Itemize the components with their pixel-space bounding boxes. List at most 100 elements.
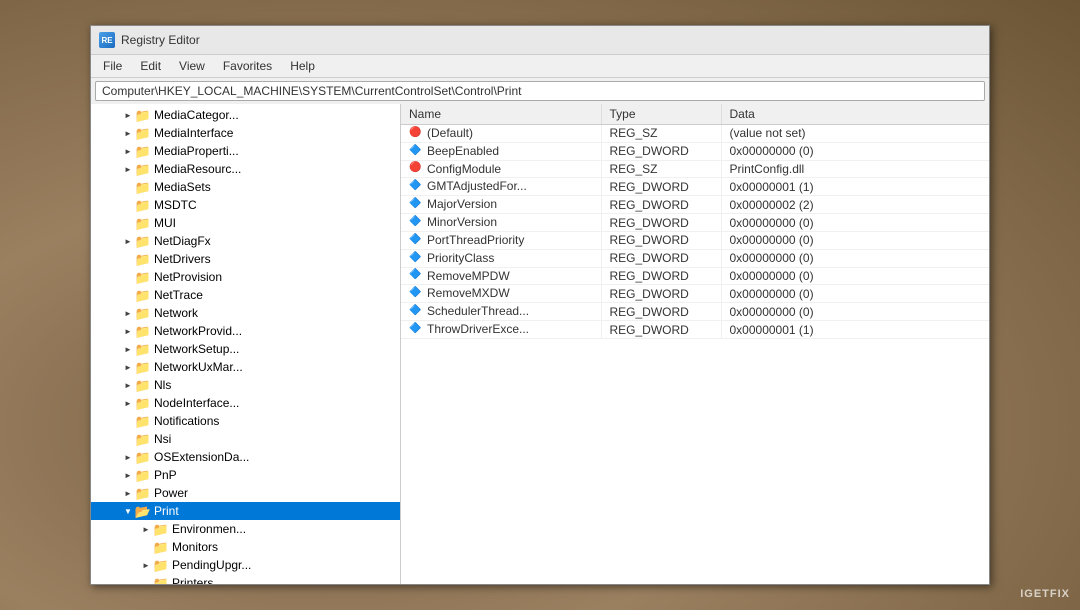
- watermark-logo: IGETFIX: [1020, 588, 1070, 600]
- expand-icon-nsi[interactable]: [121, 432, 135, 446]
- folder-icon-environments: 📁: [153, 521, 169, 537]
- expand-icon-nls[interactable]: ►: [121, 378, 135, 392]
- table-row[interactable]: 🔷SchedulerThread...REG_DWORD0x00000000 (…: [401, 303, 989, 321]
- tree-node-msdtc[interactable]: 📁MSDTC: [91, 196, 400, 214]
- tree-node-pendingupgrade[interactable]: ►📁PendingUpgr...: [91, 556, 400, 574]
- cell-type: REG_DWORD: [601, 285, 721, 303]
- tree-node-mediainterface[interactable]: ►📁MediaInterface: [91, 124, 400, 142]
- menu-bar: File Edit View Favorites Help: [91, 55, 989, 78]
- folder-icon-nodeinterface: 📁: [135, 395, 151, 411]
- tree-node-mediacategory[interactable]: ►📁MediaCategor...: [91, 106, 400, 124]
- cell-type: REG_DWORD: [601, 214, 721, 232]
- window-title: Registry Editor: [121, 33, 200, 47]
- tree-node-notifications[interactable]: 📁Notifications: [91, 412, 400, 430]
- tree-node-environments[interactable]: ►📁Environmen...: [91, 520, 400, 538]
- expand-icon-power[interactable]: ►: [121, 486, 135, 500]
- expand-icon-mui[interactable]: [121, 216, 135, 230]
- tree-node-mediaresource[interactable]: ►📁MediaResourc...: [91, 160, 400, 178]
- cell-data: 0x00000000 (0): [721, 142, 989, 160]
- expand-icon-mediainterface[interactable]: ►: [121, 126, 135, 140]
- expand-icon-mediaproperties[interactable]: ►: [121, 144, 135, 158]
- expand-icon-notifications[interactable]: [121, 414, 135, 428]
- tree-node-monitors[interactable]: 📁Monitors: [91, 538, 400, 556]
- reg-value-icon: 🔷: [409, 269, 423, 283]
- expand-icon-msdtc[interactable]: [121, 198, 135, 212]
- tree-node-nodeinterface[interactable]: ►📁NodeInterface...: [91, 394, 400, 412]
- menu-edit[interactable]: Edit: [132, 57, 169, 75]
- col-type[interactable]: Type: [601, 104, 721, 125]
- tree-label-printers: Printers: [172, 576, 213, 584]
- tree-node-networksetup[interactable]: ►📁NetworkSetup...: [91, 340, 400, 358]
- table-row[interactable]: 🔷BeepEnabledREG_DWORD0x00000000 (0): [401, 142, 989, 160]
- tree-node-networkprovide[interactable]: ►📁NetworkProvid...: [91, 322, 400, 340]
- table-row[interactable]: 🔷GMTAdjustedFor...REG_DWORD0x00000001 (1…: [401, 178, 989, 196]
- cell-name: 🔷BeepEnabled: [401, 142, 601, 160]
- table-row[interactable]: 🔴ConfigModuleREG_SZPrintConfig.dll: [401, 160, 989, 178]
- tree-label-network: Network: [154, 306, 198, 320]
- expand-icon-nodeinterface[interactable]: ►: [121, 396, 135, 410]
- expand-icon-environments[interactable]: ►: [139, 522, 153, 536]
- expand-icon-printers[interactable]: [139, 576, 153, 584]
- expand-icon-networkuxman[interactable]: ►: [121, 360, 135, 374]
- tree-node-print[interactable]: ▼📂Print: [91, 502, 400, 520]
- col-name[interactable]: Name: [401, 104, 601, 125]
- expand-icon-mediaresource[interactable]: ►: [121, 162, 135, 176]
- app-icon: RE: [99, 32, 115, 48]
- tree-node-nsi[interactable]: 📁Nsi: [91, 430, 400, 448]
- registry-data-panel[interactable]: Name Type Data 🔴(Default)REG_SZ(value no…: [401, 104, 989, 584]
- expand-icon-nettrace[interactable]: [121, 288, 135, 302]
- tree-node-mui[interactable]: 📁MUI: [91, 214, 400, 232]
- cell-name: 🔴ConfigModule: [401, 160, 601, 178]
- tree-node-nls[interactable]: ►📁Nls: [91, 376, 400, 394]
- folder-icon-monitors: 📁: [153, 539, 169, 555]
- expand-icon-netprovision[interactable]: [121, 270, 135, 284]
- tree-node-network[interactable]: ►📁Network: [91, 304, 400, 322]
- menu-help[interactable]: Help: [282, 57, 323, 75]
- folder-icon-mediaproperties: 📁: [135, 143, 151, 159]
- expand-icon-osextensionda[interactable]: ►: [121, 450, 135, 464]
- expand-icon-networkprovide[interactable]: ►: [121, 324, 135, 338]
- expand-icon-mediasets[interactable]: [121, 180, 135, 194]
- tree-label-mediaproperties: MediaProperti...: [154, 144, 239, 158]
- expand-icon-netdiagfx[interactable]: ►: [121, 234, 135, 248]
- tree-node-pnp[interactable]: ►📁PnP: [91, 466, 400, 484]
- expand-icon-network[interactable]: ►: [121, 306, 135, 320]
- expand-icon-print[interactable]: ▼: [121, 504, 135, 518]
- address-bar[interactable]: Computer\HKEY_LOCAL_MACHINE\SYSTEM\Curre…: [95, 81, 985, 101]
- expand-icon-pendingupgrade[interactable]: ►: [139, 558, 153, 572]
- col-data[interactable]: Data: [721, 104, 989, 125]
- table-row[interactable]: 🔷PriorityClassREG_DWORD0x00000000 (0): [401, 249, 989, 267]
- tree-node-mediasets[interactable]: 📁MediaSets: [91, 178, 400, 196]
- tree-node-netprovision[interactable]: 📁NetProvision: [91, 268, 400, 286]
- menu-view[interactable]: View: [171, 57, 213, 75]
- registry-editor-window: RE Registry Editor File Edit View Favori…: [90, 25, 990, 585]
- cell-name: 🔴(Default): [401, 125, 601, 143]
- table-row[interactable]: 🔷RemoveMXDWREG_DWORD0x00000000 (0): [401, 285, 989, 303]
- tree-node-power[interactable]: ►📁Power: [91, 484, 400, 502]
- table-row[interactable]: 🔷RemoveMPDWREG_DWORD0x00000000 (0): [401, 267, 989, 285]
- expand-icon-networksetup[interactable]: ►: [121, 342, 135, 356]
- reg-value-icon: 🔷: [409, 180, 423, 194]
- table-row[interactable]: 🔷MinorVersionREG_DWORD0x00000000 (0): [401, 214, 989, 232]
- table-row[interactable]: 🔴(Default)REG_SZ(value not set): [401, 125, 989, 143]
- expand-icon-monitors[interactable]: [139, 540, 153, 554]
- expand-icon-pnp[interactable]: ►: [121, 468, 135, 482]
- cell-data: 0x00000000 (0): [721, 231, 989, 249]
- table-row[interactable]: 🔷MajorVersionREG_DWORD0x00000002 (2): [401, 196, 989, 214]
- folder-icon-netdrivers: 📁: [135, 251, 151, 267]
- tree-node-netdiagfx[interactable]: ►📁NetDiagFx: [91, 232, 400, 250]
- registry-tree[interactable]: ►📁MediaCategor...►📁MediaInterface►📁Media…: [91, 104, 401, 584]
- content-area: ►📁MediaCategor...►📁MediaInterface►📁Media…: [91, 104, 989, 584]
- expand-icon-netdrivers[interactable]: [121, 252, 135, 266]
- table-row[interactable]: 🔷PortThreadPriorityREG_DWORD0x00000000 (…: [401, 231, 989, 249]
- tree-node-printers[interactable]: 📁Printers: [91, 574, 400, 584]
- tree-node-mediaproperties[interactable]: ►📁MediaProperti...: [91, 142, 400, 160]
- tree-node-osextensionda[interactable]: ►📁OSExtensionDa...: [91, 448, 400, 466]
- tree-node-netdrivers[interactable]: 📁NetDrivers: [91, 250, 400, 268]
- menu-favorites[interactable]: Favorites: [215, 57, 280, 75]
- table-row[interactable]: 🔷ThrowDriverExce...REG_DWORD0x00000001 (…: [401, 321, 989, 339]
- expand-icon-mediacategory[interactable]: ►: [121, 108, 135, 122]
- tree-node-networkuxman[interactable]: ►📁NetworkUxMar...: [91, 358, 400, 376]
- menu-file[interactable]: File: [95, 57, 130, 75]
- tree-node-nettrace[interactable]: 📁NetTrace: [91, 286, 400, 304]
